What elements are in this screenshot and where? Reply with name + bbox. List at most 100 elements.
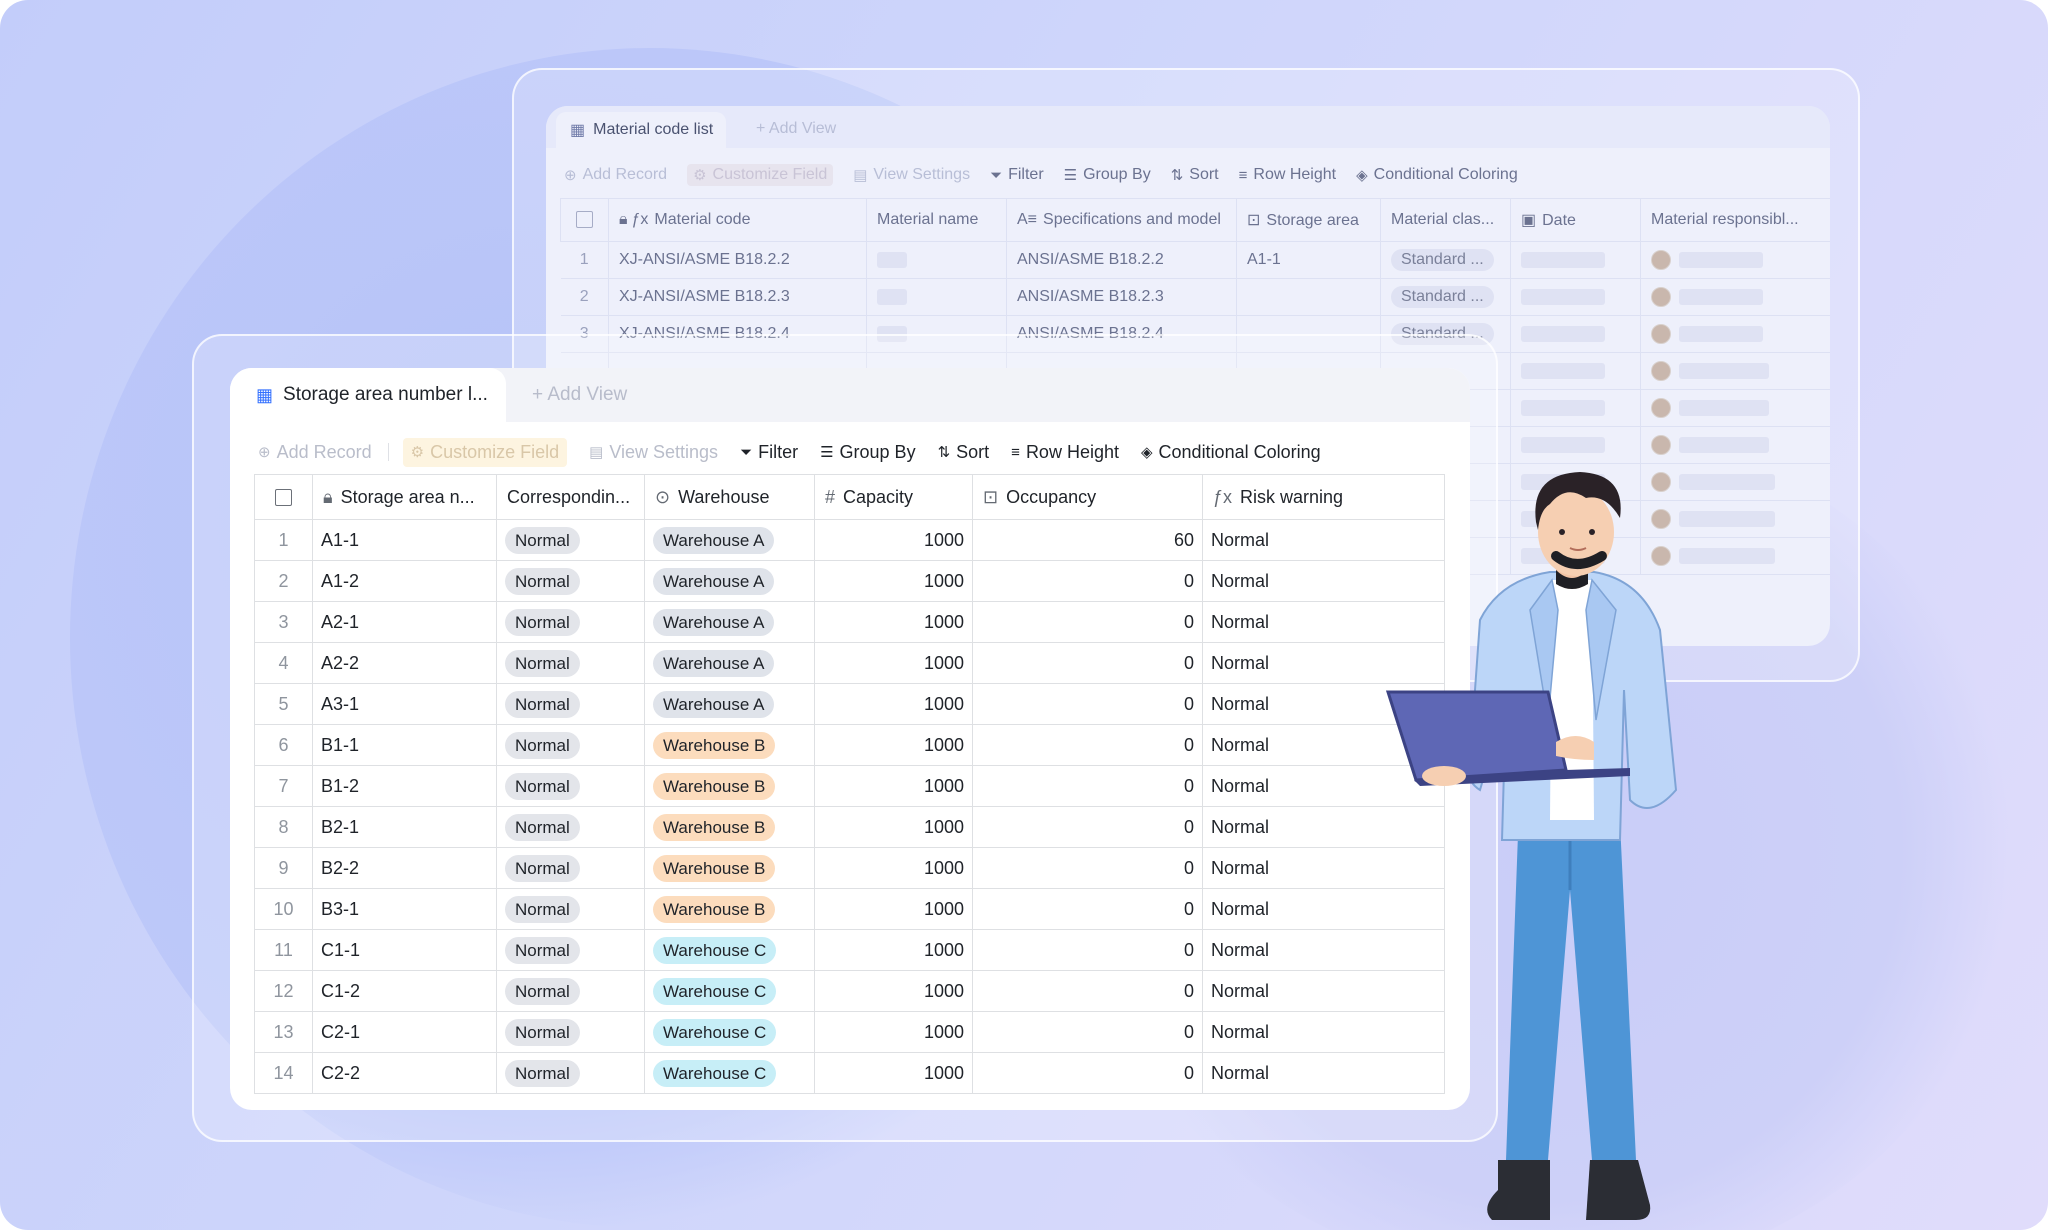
cell-responsible[interactable]: [1640, 389, 1830, 427]
cell-corresponding[interactable]: Normal: [496, 1052, 645, 1094]
conditional-coloring-button[interactable]: ◈ Conditional Coloring: [1141, 442, 1321, 463]
table-row[interactable]: 2 XJ-ANSI/ASME B18.2.3 ANSI/ASME B18.2.3…: [560, 278, 1830, 316]
cell-capacity[interactable]: 1000: [814, 929, 973, 971]
col-storage-area[interactable]: 🔒︎ Storage area n...: [312, 474, 497, 520]
cell-occupancy[interactable]: 0: [972, 888, 1203, 930]
back-customize-field-button[interactable]: ⚙ Customize Field: [687, 164, 834, 186]
cell-storage-area[interactable]: C2-1: [312, 1011, 497, 1053]
col-capacity[interactable]: # Capacity: [814, 474, 973, 520]
cell-storage-area[interactable]: A3-1: [312, 683, 497, 725]
cell-warehouse[interactable]: Warehouse B: [644, 806, 815, 848]
cell-warehouse[interactable]: Warehouse C: [644, 1052, 815, 1094]
front-add-view-button[interactable]: + Add View: [532, 384, 627, 406]
cell-material-class[interactable]: Standard ...: [1380, 241, 1511, 279]
cell-warehouse[interactable]: Warehouse B: [644, 847, 815, 889]
back-add-view-button[interactable]: + Add View: [756, 120, 836, 138]
cell-material-class[interactable]: Standard ...: [1380, 278, 1511, 316]
col-occupancy[interactable]: ⊡ Occupancy: [972, 474, 1203, 520]
cell-warehouse[interactable]: Warehouse A: [644, 560, 815, 602]
add-record-button[interactable]: ⊕ Add Record: [258, 442, 372, 463]
cell-storage-area[interactable]: A2-1: [312, 601, 497, 643]
cell-date[interactable]: [1510, 315, 1641, 353]
back-row-height-button[interactable]: ≡ Row Height: [1239, 166, 1336, 184]
cell-capacity[interactable]: 1000: [814, 724, 973, 766]
col-corresponding[interactable]: Correspondin...: [496, 474, 645, 520]
table-row[interactable]: 9 B2-2 Normal Warehouse B 1000 0 Normal: [254, 847, 1445, 889]
cell-occupancy[interactable]: 0: [972, 929, 1203, 971]
cell-occupancy[interactable]: 0: [972, 847, 1203, 889]
cell-corresponding[interactable]: Normal: [496, 970, 645, 1012]
cell-specifications[interactable]: ANSI/ASME B18.2.2: [1006, 241, 1237, 279]
cell-warehouse[interactable]: Warehouse C: [644, 1011, 815, 1053]
table-row[interactable]: 2 A1-2 Normal Warehouse A 1000 0 Normal: [254, 560, 1445, 602]
back-sort-button[interactable]: ⇅ Sort: [1171, 166, 1219, 184]
cell-specifications[interactable]: ANSI/ASME B18.2.3: [1006, 278, 1237, 316]
cell-capacity[interactable]: 1000: [814, 560, 973, 602]
col-warehouse[interactable]: ⊙ Warehouse: [644, 474, 815, 520]
cell-warehouse[interactable]: Warehouse B: [644, 765, 815, 807]
cell-material-name[interactable]: [866, 278, 1007, 316]
back-col-material-class[interactable]: Material clas...: [1380, 198, 1511, 242]
cell-storage-area[interactable]: [1236, 278, 1381, 316]
back-add-record-button[interactable]: ⊕ Add Record: [564, 166, 667, 184]
back-col-material-responsible[interactable]: Material responsibl...: [1640, 198, 1830, 242]
back-col-material-name[interactable]: Material name: [866, 198, 1007, 242]
cell-corresponding[interactable]: Normal: [496, 683, 645, 725]
cell-occupancy[interactable]: 0: [972, 970, 1203, 1012]
sort-button[interactable]: ⇅ Sort: [938, 442, 990, 463]
cell-warehouse[interactable]: Warehouse A: [644, 642, 815, 684]
cell-corresponding[interactable]: Normal: [496, 806, 645, 848]
cell-responsible[interactable]: [1640, 352, 1830, 390]
cell-responsible[interactable]: [1640, 426, 1830, 464]
cell-capacity[interactable]: 1000: [814, 601, 973, 643]
cell-capacity[interactable]: 1000: [814, 765, 973, 807]
front-tab-storage-area[interactable]: ▦ Storage area number l...: [230, 368, 506, 422]
back-col-specifications[interactable]: A≡ Specifications and model: [1006, 198, 1237, 242]
cell-storage-area[interactable]: A2-2: [312, 642, 497, 684]
cell-capacity[interactable]: 1000: [814, 642, 973, 684]
cell-storage-area[interactable]: B1-2: [312, 765, 497, 807]
cell-storage-area[interactable]: B3-1: [312, 888, 497, 930]
cell-storage-area[interactable]: A1-1: [312, 519, 497, 561]
select-all-checkbox[interactable]: [254, 474, 313, 520]
back-col-date[interactable]: ▣ Date: [1510, 198, 1641, 242]
cell-warehouse[interactable]: Warehouse C: [644, 929, 815, 971]
cell-material-code[interactable]: XJ-ANSI/ASME B18.2.3: [608, 278, 867, 316]
cell-occupancy[interactable]: 0: [972, 1011, 1203, 1053]
back-col-storage-area[interactable]: ⊡ Storage area: [1236, 198, 1381, 242]
cell-storage-area[interactable]: B2-2: [312, 847, 497, 889]
cell-date[interactable]: [1510, 241, 1641, 279]
cell-warehouse[interactable]: Warehouse A: [644, 683, 815, 725]
cell-warehouse[interactable]: Warehouse B: [644, 888, 815, 930]
cell-corresponding[interactable]: Normal: [496, 765, 645, 807]
cell-warehouse[interactable]: Warehouse C: [644, 970, 815, 1012]
cell-corresponding[interactable]: Normal: [496, 724, 645, 766]
table-row[interactable]: 8 B2-1 Normal Warehouse B 1000 0 Normal: [254, 806, 1445, 848]
cell-corresponding[interactable]: Normal: [496, 560, 645, 602]
back-select-all-checkbox[interactable]: [560, 198, 609, 242]
cell-warehouse[interactable]: Warehouse B: [644, 724, 815, 766]
cell-storage-area[interactable]: B2-1: [312, 806, 497, 848]
cell-capacity[interactable]: 1000: [814, 1011, 973, 1053]
cell-capacity[interactable]: 1000: [814, 1052, 973, 1094]
cell-material-name[interactable]: [866, 241, 1007, 279]
cell-storage-area[interactable]: B1-1: [312, 724, 497, 766]
cell-corresponding[interactable]: Normal: [496, 519, 645, 561]
cell-capacity[interactable]: 1000: [814, 519, 973, 561]
row-height-button[interactable]: ≡ Row Height: [1011, 442, 1119, 463]
cell-warehouse[interactable]: Warehouse A: [644, 519, 815, 561]
table-row[interactable]: 6 B1-1 Normal Warehouse B 1000 0 Normal: [254, 724, 1445, 766]
table-row[interactable]: 3 A2-1 Normal Warehouse A 1000 0 Normal: [254, 601, 1445, 643]
cell-occupancy[interactable]: 0: [972, 724, 1203, 766]
back-tab-material-code-list[interactable]: ▦ Material code list: [556, 112, 726, 148]
cell-occupancy[interactable]: 0: [972, 1052, 1203, 1094]
cell-date[interactable]: [1510, 389, 1641, 427]
cell-corresponding[interactable]: Normal: [496, 1011, 645, 1053]
table-row[interactable]: 7 B1-2 Normal Warehouse B 1000 0 Normal: [254, 765, 1445, 807]
view-settings-button[interactable]: ▤ View Settings: [589, 442, 718, 463]
cell-corresponding[interactable]: Normal: [496, 847, 645, 889]
back-conditional-coloring-button[interactable]: ◈ Conditional Coloring: [1356, 166, 1518, 184]
cell-responsible[interactable]: [1640, 278, 1830, 316]
back-filter-button[interactable]: ⏷ Filter: [990, 166, 1044, 184]
group-by-button[interactable]: ☰ Group By: [820, 442, 916, 463]
